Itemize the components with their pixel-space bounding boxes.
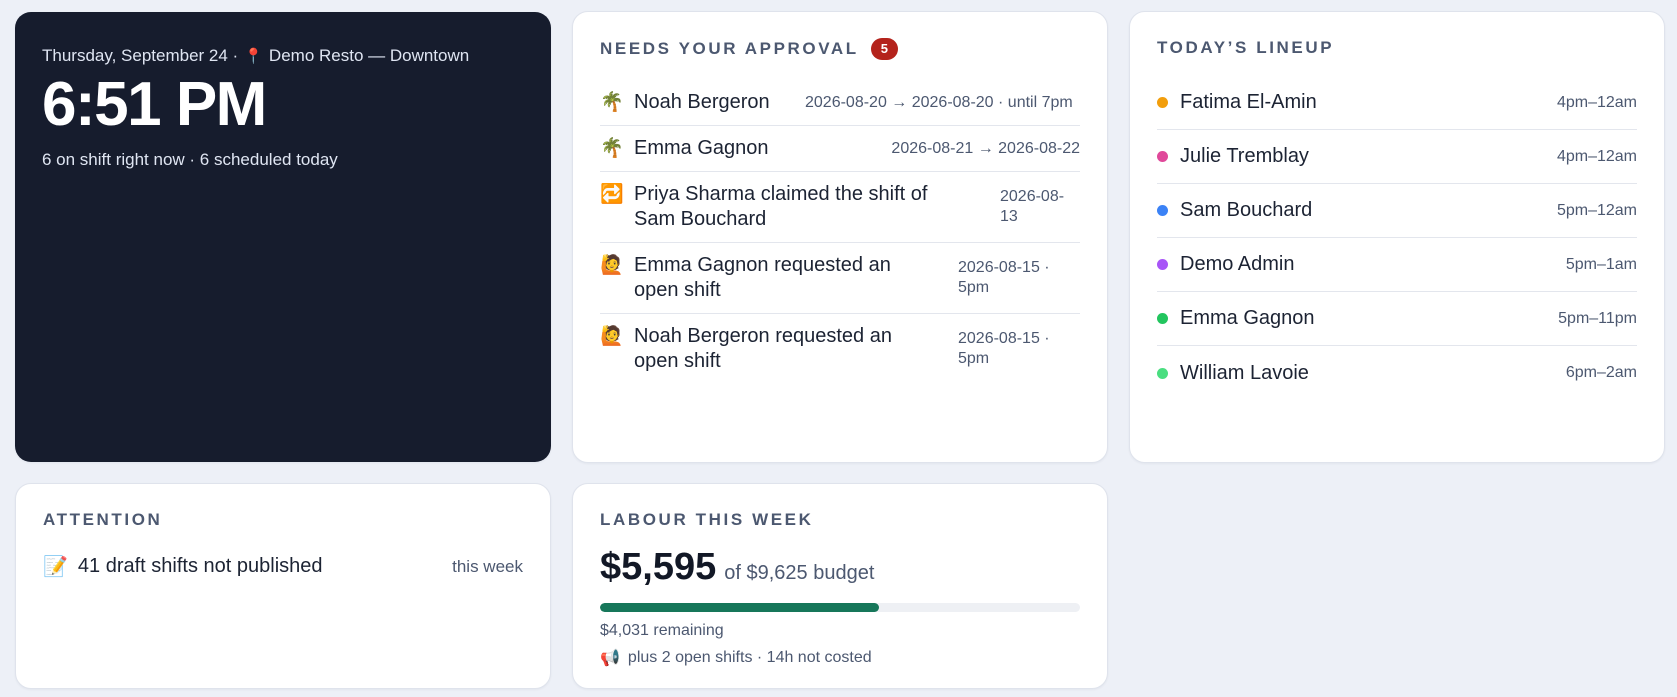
lineup-list: Fatima El-Amin 4pm–12am Julie Tremblay 4… — [1157, 76, 1637, 400]
lineup-row[interactable]: William Lavoie 6pm–2am — [1157, 346, 1637, 400]
approval-item[interactable]: 🌴 Noah Bergeron 2026-08-20 → 2026-08-20 … — [600, 80, 1080, 126]
lineup-row[interactable]: Julie Tremblay 4pm–12am — [1157, 130, 1637, 184]
attention-scope: this week — [452, 556, 523, 576]
approval-text: 🔁 Priya Sharma claimed the shift of Sam … — [600, 182, 960, 232]
palm-tree-icon: 🌴 — [600, 92, 624, 113]
clock-location[interactable]: Demo Resto — Downtown — [269, 46, 469, 66]
clock-date: Thursday, September 24 · — [42, 46, 239, 65]
approval-date: 2026-08-20 → 2026-08-20 · until 7pm — [805, 93, 1073, 111]
status-dot — [1157, 97, 1168, 108]
lineup-name: William Lavoie — [1180, 361, 1309, 384]
lineup-time: 4pm–12am — [1556, 147, 1637, 165]
raised-hand-icon: 🙋 — [600, 255, 624, 276]
swap-icon: 🔁 — [600, 184, 624, 205]
approval-label: Noah Bergeron requested an open shift — [634, 325, 892, 372]
approval-date: 2026-08-13 — [1000, 188, 1065, 225]
approvals-title: NEEDS YOUR APPROVAL — [600, 39, 859, 58]
lineup-title: TODAY’S LINEUP — [1157, 38, 1335, 57]
lineup-row[interactable]: Fatima El-Amin 4pm–12am — [1157, 76, 1637, 130]
raised-hand-icon: 🙋 — [600, 326, 624, 347]
labour-title: LABOUR THIS WEEK — [600, 510, 814, 529]
lineup-time: 5pm–1am — [1565, 255, 1637, 273]
memo-icon: 📝 — [43, 556, 68, 578]
approval-label: Emma Gagnon requested an open shift — [634, 254, 891, 301]
labour-budget: of $9,625 budget — [724, 562, 875, 584]
lineup-time: 5pm–12am — [1556, 201, 1637, 219]
clock-card: Thursday, September 24 · 📍 Demo Resto — … — [15, 12, 551, 462]
lineup-row[interactable]: Sam Bouchard 5pm–12am — [1157, 184, 1637, 238]
megaphone-icon: 📢 — [600, 650, 620, 667]
attention-title: ATTENTION — [43, 510, 163, 529]
status-dot — [1157, 259, 1168, 270]
lineup-time: 6pm–2am — [1565, 364, 1637, 381]
labour-note: 📢 plus 2 open shifts · 14h not costed — [600, 648, 1080, 668]
approval-label: Priya Sharma claimed the shift of Sam Bo… — [634, 183, 928, 230]
attention-item[interactable]: 📝 41 draft shifts not published this wee… — [43, 554, 523, 579]
approval-item[interactable]: 🌴 Emma Gagnon 2026-08-21 → 2026-08-22 — [600, 126, 1080, 172]
lineup-row[interactable]: Demo Admin 5pm–1am — [1157, 238, 1637, 292]
approval-item[interactable]: 🙋 Emma Gagnon requested an open shift 20… — [600, 243, 1080, 314]
lineup-time: 5pm–11pm — [1558, 309, 1637, 327]
dashboard-grid: Thursday, September 24 · 📍 Demo Resto — … — [0, 0, 1677, 697]
attention-text: 41 draft shifts not published — [77, 555, 323, 577]
status-dot — [1157, 313, 1168, 324]
attention-text-group: 📝 41 draft shifts not published — [43, 554, 323, 579]
approval-label: Noah Bergeron — [634, 91, 770, 113]
status-dot — [1157, 151, 1168, 162]
approval-date: 2026-08-15 · 5pm — [958, 330, 1050, 367]
clock-time: 6:51 PM — [42, 70, 267, 139]
lineup-name: Fatima El-Amin — [1180, 91, 1317, 113]
approval-date: 2026-08-15 · 5pm — [958, 259, 1050, 296]
labour-progress-fill — [600, 603, 879, 612]
approval-text: 🌴 Noah Bergeron — [600, 90, 770, 115]
status-dot — [1157, 367, 1168, 379]
labour-card: LABOUR THIS WEEK $5,595 of $9,625 budget… — [572, 483, 1108, 689]
approval-text: 🌴 Emma Gagnon — [600, 136, 840, 161]
approval-item[interactable]: 🙋 Noah Bergeron requested an open shift … — [600, 314, 1080, 384]
lineup-name: Emma Gagnon — [1180, 307, 1315, 329]
attention-card: ATTENTION 📝 41 draft shifts not publishe… — [15, 483, 551, 689]
labour-amount: $5,595 of $9,625 budget — [600, 546, 1080, 589]
approval-text: 🙋 Noah Bergeron requested an open shift — [600, 324, 920, 374]
approval-date: 2026-08-21 → 2026-08-22 — [891, 139, 1080, 157]
lineup-name: Julie Tremblay — [1180, 145, 1309, 167]
approval-label: Emma Gagnon — [634, 137, 769, 159]
lineup-row[interactable]: Emma Gagnon 5pm–11pm — [1157, 292, 1637, 346]
approvals-card: NEEDS YOUR APPROVAL 5 🌴 Noah Bergeron 20… — [572, 11, 1108, 463]
clock-summary: 6 on shift right now · 6 scheduled today — [42, 150, 338, 169]
lineup-card: TODAY’S LINEUP Fatima El-Amin 4pm–12am J… — [1129, 11, 1665, 463]
palm-tree-icon: 🌴 — [600, 138, 624, 159]
lineup-time: 4pm–12am — [1556, 93, 1637, 111]
approval-text: 🙋 Emma Gagnon requested an open shift — [600, 253, 920, 303]
approvals-title-row: NEEDS YOUR APPROVAL 5 — [600, 38, 1080, 60]
approvals-list: 🌴 Noah Bergeron 2026-08-20 → 2026-08-20 … — [600, 80, 1080, 384]
location-pin-icon: 📍 — [244, 48, 263, 65]
labour-progress-bar — [600, 603, 1080, 612]
clock-meta: Thursday, September 24 · 📍 Demo Resto — … — [42, 46, 524, 66]
lineup-name: Sam Bouchard — [1180, 199, 1313, 221]
labour-remaining: $4,031 remaining — [600, 622, 724, 639]
labour-total: $5,595 — [600, 546, 717, 588]
labour-note-text: plus 2 open shifts · 14h not costed — [627, 649, 872, 666]
lineup-name: Demo Admin — [1180, 253, 1295, 275]
approvals-count-badge: 5 — [870, 38, 899, 60]
status-dot — [1157, 205, 1168, 216]
approval-item[interactable]: 🔁 Priya Sharma claimed the shift of Sam … — [600, 172, 1080, 243]
